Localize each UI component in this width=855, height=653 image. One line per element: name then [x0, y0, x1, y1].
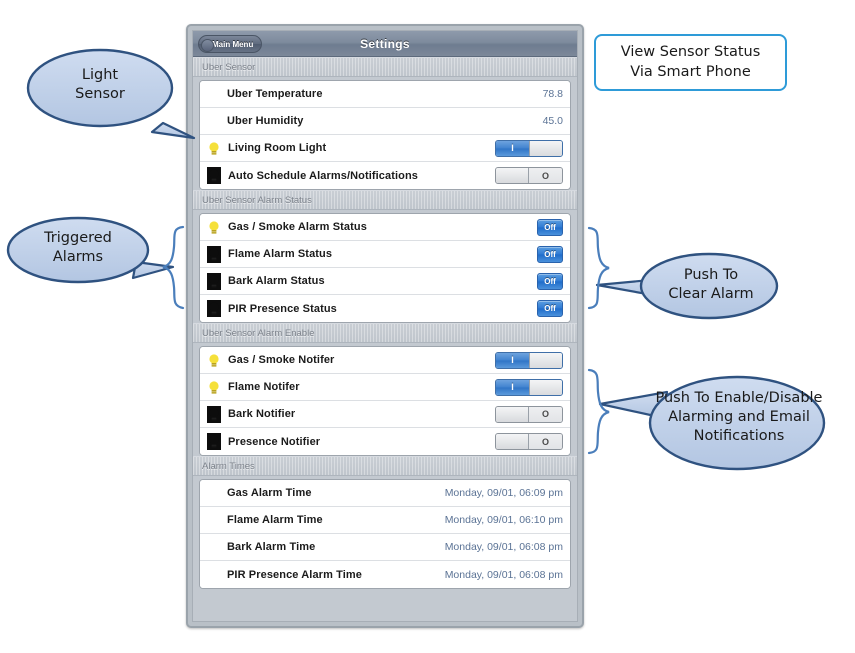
switch-knob	[496, 168, 529, 183]
callout-view-sensor-status: View Sensor Status Via Smart Phone	[594, 34, 787, 91]
callout-triggered-alarms-label: Triggered Alarms	[44, 230, 112, 266]
screenshot-root: Light Sensor Triggered Alarms Push To Cl…	[0, 0, 855, 653]
row-value: 78.8	[542, 88, 563, 100]
list-item[interactable]: Uber Humidity 45.0	[200, 108, 570, 135]
list-item[interactable]: Gas / Smoke Notifer I	[200, 347, 570, 374]
list-item[interactable]: Living Room Light I	[200, 135, 570, 162]
bulb-on-icon	[207, 139, 221, 157]
row-label: PIR Presence Alarm Time	[227, 568, 362, 581]
list-item[interactable]: PIR Presence Alarm Time Monday, 09/01, 06…	[200, 561, 570, 588]
page-title: Settings	[360, 36, 410, 51]
row-value: 45.0	[542, 115, 563, 127]
main-menu-back-label: Main Menu	[212, 39, 254, 49]
list-item[interactable]: Presence Notifier O	[200, 428, 570, 455]
list-item[interactable]: Auto Schedule Alarms/Notifications O	[200, 162, 570, 189]
section-header: Uber Sensor Alarm Enable	[193, 323, 577, 343]
clear-alarm-button[interactable]: Off	[537, 245, 563, 263]
list-item[interactable]: Flame Alarm Time Monday, 09/01, 06:10 pm	[200, 507, 570, 534]
list-item[interactable]: Flame Notifer I	[200, 374, 570, 401]
row-label: Uber Humidity	[227, 115, 304, 127]
bulb-on-icon	[207, 351, 221, 369]
bulb-off-icon	[207, 433, 221, 450]
switch-on-label: I	[496, 140, 529, 156]
main-menu-back-button[interactable]: Main Menu	[198, 35, 263, 53]
row-label: Uber Temperature	[227, 88, 323, 100]
brace-alarm-enable-right	[587, 368, 610, 455]
brace-alarm-status-right	[587, 226, 610, 310]
list-item[interactable]: Bark Alarm Time Monday, 09/01, 06:08 pm	[200, 534, 570, 561]
bulb-off-icon	[207, 167, 221, 184]
clear-alarm-button[interactable]: Off	[537, 300, 563, 317]
list-item[interactable]: Gas Alarm Time Monday, 09/01, 06:09 pm	[200, 480, 570, 507]
brace-alarm-status-left	[162, 225, 185, 310]
toggle-switch[interactable]: I	[495, 351, 563, 369]
row-label: Gas Alarm Time	[227, 487, 312, 499]
row-label: PIR Presence Status	[228, 302, 337, 315]
switch-knob	[529, 379, 562, 395]
row-value: Monday, 09/01, 06:10 pm	[444, 514, 563, 526]
switch-on-label: I	[496, 352, 529, 368]
row-value: Monday, 09/01, 06:09 pm	[444, 487, 563, 499]
list-item[interactable]: Uber Temperature 78.8	[200, 81, 570, 108]
switch-off-label: O	[529, 406, 562, 422]
toggle-switch[interactable]: O	[495, 405, 563, 423]
row-label: Bark Notifier	[228, 408, 296, 420]
smartphone-frame: Main Menu Settings Uber Sensor Uber Tempe…	[186, 24, 584, 628]
list-item[interactable]: Bark Notifier O	[200, 401, 570, 428]
toggle-switch[interactable]: I	[495, 378, 563, 396]
toggle-switch[interactable]: O	[495, 167, 563, 184]
callout-push-to-enable-label: Push To Enable/Disable Alarming and Emai…	[655, 390, 823, 445]
clear-alarm-button[interactable]: Off	[537, 218, 563, 236]
callout-triggered-alarms	[6, 216, 175, 284]
section-group: Uber Temperature 78.8 Uber Humidity 45.0 Liv…	[199, 80, 571, 190]
row-label: Auto Schedule Alarms/Notifications	[228, 169, 419, 182]
callout-push-to-enable	[598, 375, 826, 471]
row-label: Gas / Smoke Notifer	[228, 354, 335, 366]
bulb-on-icon	[207, 378, 221, 396]
row-value: Monday, 09/01, 06:08 pm	[444, 541, 563, 553]
toggle-switch[interactable]: I	[495, 139, 563, 157]
callout-view-sensor-status-label: View Sensor Status Via Smart Phone	[620, 43, 761, 80]
app-title-bar: Main Menu Settings	[193, 31, 577, 57]
row-label: Living Room Light	[228, 142, 327, 154]
callout-light-sensor-label: Light Sensor	[75, 67, 125, 103]
callout-push-to-clear	[595, 252, 779, 320]
bulb-on-icon	[207, 218, 221, 236]
list-item[interactable]: Flame Alarm Status Off	[200, 241, 570, 268]
bulb-off-icon	[207, 272, 221, 290]
callout-light-sensor	[26, 48, 196, 140]
row-label: Flame Alarm Time	[227, 514, 323, 526]
row-label: Gas / Smoke Alarm Status	[228, 221, 367, 233]
section-header: Uber Sensor Alarm Status	[193, 190, 577, 210]
switch-off-label: O	[529, 434, 562, 449]
row-value: Monday, 09/01, 06:08 pm	[444, 568, 563, 581]
callout-push-to-clear-label: Push To Clear Alarm	[668, 267, 754, 303]
bulb-off-icon	[207, 405, 221, 423]
row-label: Bark Alarm Status	[228, 275, 325, 287]
list-item[interactable]: Gas / Smoke Alarm Status Off	[200, 214, 570, 241]
section-group: Gas / Smoke Notifer I Flame Notifer I Bark N…	[199, 346, 571, 456]
switch-on-label: I	[496, 379, 529, 395]
bulb-off-icon	[207, 300, 221, 317]
section-group: Gas / Smoke Alarm Status Off Flame Alarm S…	[199, 213, 571, 323]
switch-knob	[529, 352, 562, 368]
switch-knob	[529, 140, 562, 156]
switch-knob	[496, 406, 529, 422]
settings-list[interactable]: Uber Sensor Uber Temperature 78.8 Uber Humi…	[193, 57, 577, 621]
phone-screen: Main Menu Settings Uber Sensor Uber Tempe…	[192, 30, 578, 622]
list-item[interactable]: PIR Presence Status Off	[200, 295, 570, 322]
toggle-switch[interactable]: O	[495, 433, 563, 450]
row-label: Flame Notifer	[228, 381, 300, 393]
bulb-off-icon	[207, 245, 221, 263]
list-item[interactable]: Bark Alarm Status Off	[200, 268, 570, 295]
clear-alarm-button[interactable]: Off	[537, 272, 563, 290]
switch-off-label: O	[529, 168, 562, 183]
switch-knob	[496, 434, 529, 449]
section-header: Uber Sensor	[193, 57, 577, 77]
row-label: Bark Alarm Time	[227, 541, 316, 553]
row-label: Presence Notifier	[228, 435, 321, 448]
row-label: Flame Alarm Status	[228, 248, 333, 260]
section-header: Alarm Times	[193, 456, 577, 476]
section-group: Gas Alarm Time Monday, 09/01, 06:09 pm Fla…	[199, 479, 571, 589]
